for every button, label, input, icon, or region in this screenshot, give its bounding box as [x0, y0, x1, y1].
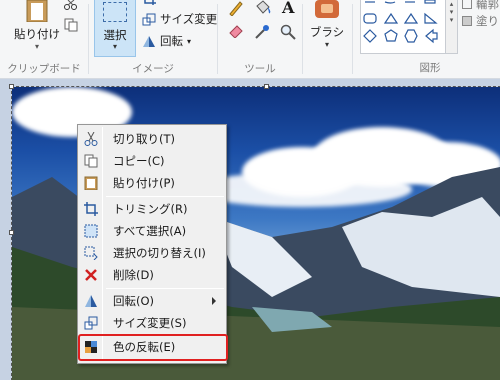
paste-dropdown-arrow-icon[interactable]: ▾: [35, 42, 39, 51]
menu-separator: [106, 288, 224, 289]
copy-small-button[interactable]: [64, 18, 78, 32]
menu-item-label: 切り取り(T): [113, 132, 175, 146]
outline-label: 輪郭: [476, 0, 499, 11]
menu-item-label: 選択の切り替え(I): [113, 246, 206, 260]
select-all-icon: [80, 220, 102, 242]
select-label: 選択: [103, 28, 127, 42]
menu-item-label: トリミング(R): [113, 202, 188, 216]
rect-top-shape-icon: [424, 0, 436, 4]
shapes-gallery-icons: [363, 0, 438, 44]
shapes-gallery-scroll[interactable]: ▴ ▾ ▾: [446, 0, 458, 54]
crop-icon: [80, 198, 102, 220]
highlight-box: [78, 334, 228, 361]
rotate-button[interactable]: 回転 ▾: [142, 33, 191, 49]
brush-button[interactable]: ブラシ ▾: [306, 0, 348, 49]
select-icon: [103, 2, 127, 22]
paste-label: 貼り付け: [14, 27, 60, 41]
select-button[interactable]: 選択 ▾: [94, 0, 136, 57]
fill-icon: [462, 16, 472, 26]
brush-label: ブラシ: [309, 25, 345, 39]
right-triangle-shape-icon: [403, 12, 419, 24]
shapes-group-label: 図形: [419, 62, 441, 74]
right-angle-shape-icon: [424, 12, 438, 24]
menu-item-resize[interactable]: サイズ変更(S): [80, 312, 224, 334]
menu-item-paste[interactable]: 貼り付け(P): [80, 172, 224, 194]
resize-icon: [142, 13, 156, 25]
cut-small-button[interactable]: [64, 0, 78, 10]
diamond-shape-icon: [363, 29, 377, 43]
triangle-shape-icon: [383, 12, 399, 24]
copy-icon: [64, 18, 78, 32]
menu-item-crop[interactable]: トリミング(R): [80, 198, 224, 220]
menu-item-label: すべて選択(A): [113, 224, 187, 238]
crop-icon: [144, 0, 156, 5]
paste-button[interactable]: 貼り付け ▾: [14, 0, 60, 51]
selection-handle[interactable]: [264, 84, 269, 89]
menu-item-invert-selection[interactable]: 選択の切り替え(I): [80, 242, 224, 264]
paste-icon: [80, 172, 102, 194]
submenu-arrow-icon: [212, 297, 216, 305]
selection-handle[interactable]: [9, 230, 14, 235]
group-separator: [352, 4, 353, 74]
pencil-icon[interactable]: [228, 0, 244, 16]
rotate-dropdown-arrow-icon[interactable]: ▾: [187, 37, 191, 46]
clipboard-group-label: クリップボード: [7, 63, 81, 75]
menu-item-copy[interactable]: コピー(C): [80, 150, 224, 172]
tools-row-1: A: [228, 0, 294, 16]
crop-small-button[interactable]: [142, 0, 156, 5]
tools-group-label: ツール: [244, 63, 276, 75]
rotate-icon: [80, 290, 102, 312]
resize-button[interactable]: サイズ変更: [142, 11, 217, 27]
group-separator: [302, 4, 303, 74]
rotate-label: 回転: [160, 34, 183, 48]
menu-item-label: 削除(D): [113, 268, 154, 282]
copy-icon: [80, 150, 102, 172]
delete-icon: [80, 264, 102, 286]
brush-dropdown-arrow-icon[interactable]: ▾: [325, 40, 329, 49]
menu-item-cut[interactable]: 切り取り(T): [80, 128, 224, 150]
scissors-icon: [80, 128, 102, 150]
magnifier-icon[interactable]: [280, 24, 296, 40]
shapes-gallery[interactable]: [360, 0, 446, 54]
brush-icon: [315, 0, 339, 18]
tools-row-2: [228, 24, 296, 40]
color-picker-icon[interactable]: [254, 24, 270, 40]
paste-icon: [26, 0, 48, 22]
rotate-icon: [143, 35, 155, 47]
resize-icon: [80, 312, 102, 334]
menu-item-select-all[interactable]: すべて選択(A): [80, 220, 224, 242]
image-group-label: イメージ: [132, 63, 174, 75]
outline-icon: [462, 0, 472, 9]
invert-selection-icon: [80, 242, 102, 264]
text-tool-icon[interactable]: A: [282, 0, 294, 16]
menu-item-label: サイズ変更(S): [113, 316, 187, 330]
menu-item-label: 貼り付け(P): [113, 176, 175, 190]
menu-separator: [106, 196, 224, 197]
fill-bucket-icon[interactable]: [254, 0, 272, 16]
selection-handle[interactable]: [9, 84, 14, 89]
arrow-shape-icon: [425, 28, 438, 44]
resize-label: サイズ変更: [160, 12, 218, 26]
tools-group: A ツール: [218, 0, 302, 79]
curve-shape-icon: [384, 1, 396, 4]
fill-button[interactable]: 塗り: [462, 13, 499, 29]
scissors-icon: [64, 0, 77, 10]
select-dropdown-arrow-icon[interactable]: ▾: [95, 42, 135, 51]
menu-item-rotate[interactable]: 回転(O): [80, 290, 224, 312]
eraser-icon[interactable]: [228, 24, 244, 38]
rounded-rect-shape-icon: [363, 13, 377, 24]
outline-button[interactable]: 輪郭: [462, 0, 499, 12]
menu-item-label: 回転(O): [113, 294, 155, 308]
hexagon-shape-icon: [404, 29, 418, 43]
clipboard-group: 貼り付け ▾ クリップボード: [0, 0, 88, 79]
menu-item-delete[interactable]: 削除(D): [80, 264, 224, 286]
fill-label: 塗り: [476, 14, 499, 28]
context-menu: 切り取り(T) コピー(C) 貼り付け(P) トリミング(R) すべて選択(A)…: [77, 124, 227, 364]
ribbon: 貼り付け ▾ クリップボード イメージ 選択 ▾ サイズ変更 回転 ▾ A ツー…: [0, 0, 500, 79]
pentagon-shape-icon: [384, 29, 398, 42]
menu-item-label: コピー(C): [113, 154, 165, 168]
